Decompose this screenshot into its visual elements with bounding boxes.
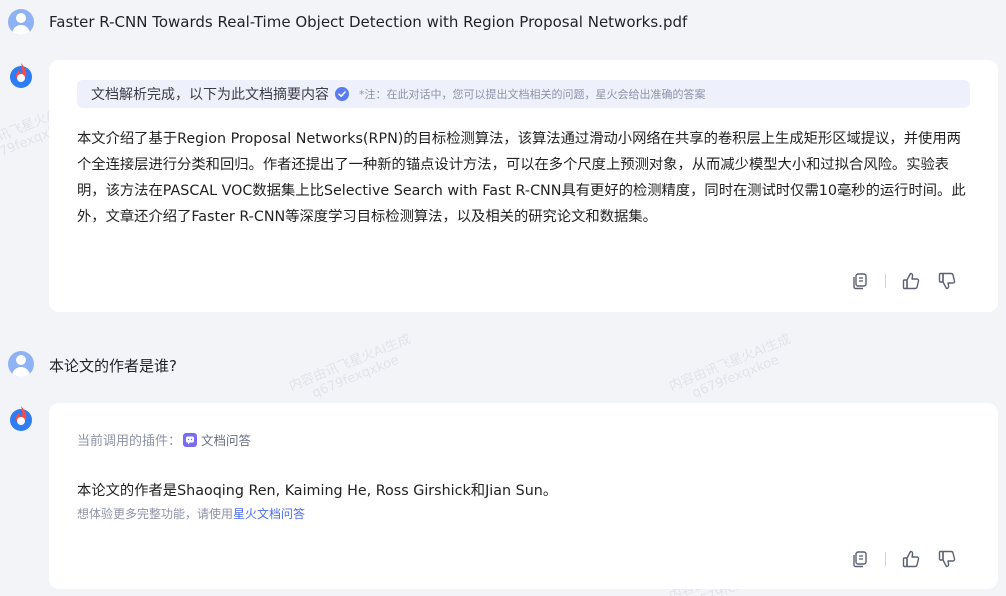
check-circle-icon [335,87,349,101]
spark-doc-qa-link[interactable]: 星火文档问答 [233,507,305,521]
user-question: 本论文的作者是谁? [49,357,177,375]
plugin-info: 当前调用的插件： 文档问答 [77,430,251,449]
thumbs-down-icon[interactable] [936,270,958,292]
thumbs-up-icon[interactable] [900,270,922,292]
parse-complete-notice: 文档解析完成，以下为此文档摘要内容 *注：在此对话中，您可以提出文档相关的问题，… [77,80,970,108]
hint-prefix: 想体验更多完整功能，请使用 [77,507,234,521]
upsell-hint: 想体验更多完整功能，请使用星火文档问答 [77,505,305,522]
user-avatar-icon [8,9,34,35]
thumbs-up-icon[interactable] [900,548,922,570]
watermark: 内容由讯飞星火AI生成q679fexqxkoe [667,331,794,402]
notice-note: *注：在此对话中，您可以提出文档相关的问题，星火会给出准确的答案 [359,88,706,101]
message-actions [849,548,958,570]
spark-logo-icon [10,63,32,88]
answer-card: 当前调用的插件： 文档问答 本论文的作者是Shaoqing Ren, Kaimi… [49,403,998,589]
answer-text: 本论文的作者是Shaoqing Ren, Kaiming He, Ross Gi… [77,483,558,499]
document-filename[interactable]: Faster R-CNN Towards Real-Time Object De… [49,13,687,31]
chat-bubble-icon [183,432,198,447]
divider [885,552,886,566]
divider [885,274,886,288]
summary-text: 本文介绍了基于Region Proposal Networks(RPN)的目标检… [77,131,966,225]
user-avatar-icon [8,351,34,377]
watermark: 内容由讯飞星火AI生成q679fexqxkoe [287,331,414,402]
message-actions [849,270,958,292]
thumbs-down-icon[interactable] [936,548,958,570]
copy-icon[interactable] [849,548,871,570]
plugin-name[interactable]: 文档问答 [201,430,251,449]
copy-icon[interactable] [849,270,871,292]
summary-card: 文档解析完成，以下为此文档摘要内容 *注：在此对话中，您可以提出文档相关的问题，… [49,60,998,312]
plugin-label: 当前调用的插件： [77,434,182,449]
notice-title: 文档解析完成，以下为此文档摘要内容 [91,87,329,103]
spark-logo-icon [10,406,32,431]
